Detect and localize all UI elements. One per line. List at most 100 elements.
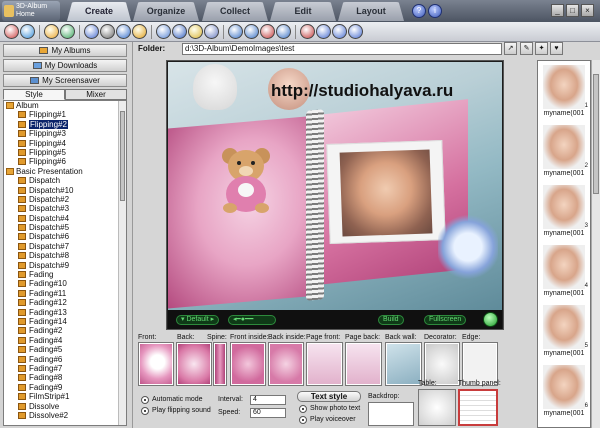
thumbnail-scrollbar[interactable] [591,60,600,428]
back-cover-thumb[interactable] [176,342,212,386]
tree-item[interactable]: Fading#12 [4,298,126,307]
tree-item[interactable]: Dispatch#4 [4,214,126,223]
tree-item[interactable]: Fading#14 [4,317,126,326]
tools-icon[interactable] [100,24,115,39]
thumb-panel-thumb[interactable] [458,389,498,426]
tree-item[interactable]: Dispatch#2 [4,195,126,204]
my-screensaver-button[interactable]: My Screensaver [3,74,127,87]
photo-thumbnail[interactable]: 5 myname(001 [540,305,588,361]
text-style-button[interactable]: Text style [297,391,361,402]
text-icon[interactable] [316,24,331,39]
speed-field[interactable]: 60 [250,408,286,418]
tree-item[interactable]: Dissolve#2 [4,411,126,420]
tree-item[interactable]: Flipping#3 [4,129,126,138]
tree-scrollbar-thumb[interactable] [120,111,125,201]
front-inside-thumb[interactable] [230,342,266,386]
tree-item[interactable]: Fading#11 [4,289,126,298]
tree-item[interactable]: Fading#5 [4,345,126,354]
home-icon[interactable] [276,24,291,39]
maximize-icon[interactable]: □ [566,4,579,17]
tab-create[interactable]: Create [67,2,131,21]
open-icon[interactable] [20,24,35,39]
folder-path-field[interactable]: d:\3D-Album\DemoImages\test [182,43,502,55]
browse-icon[interactable]: ↗ [504,42,517,55]
front-cover-thumb[interactable] [138,342,174,386]
stop-icon[interactable] [260,24,275,39]
tree-item[interactable]: Fading#4 [4,336,126,345]
photo-thumbnail[interactable]: 3 myname(001 [540,185,588,241]
interval-field[interactable]: 4 [250,395,286,405]
build-button[interactable]: Build [378,315,404,325]
automatic-mode-radio[interactable] [141,396,149,404]
wand-icon[interactable]: ✦ [535,42,548,55]
star-icon[interactable] [132,24,147,39]
clock-icon[interactable] [204,24,219,39]
tree-item[interactable]: Fading#7 [4,364,126,373]
thumbnail-scrollbar-thumb[interactable] [593,74,599,194]
tree-scrollbar[interactable] [118,101,126,425]
rotate-icon[interactable] [116,24,131,39]
tab-layout[interactable]: Layout [338,2,404,21]
tree-item[interactable]: Fading#2 [4,326,126,335]
app-logo[interactable]: 3D-Album Home [2,1,60,21]
tree-item[interactable]: Fading#13 [4,308,126,317]
globe-icon[interactable] [60,24,75,39]
my-albums-button[interactable]: My Albums [3,44,127,57]
tree-item[interactable]: Fading#10 [4,279,126,288]
show-photo-text-checkbox[interactable] [299,405,307,413]
tree-item[interactable]: Dispatch#9 [4,261,126,270]
new-icon[interactable] [4,24,19,39]
heart-icon[interactable]: ♥ [550,42,563,55]
fullscreen-button[interactable]: Fullscreen [424,315,467,325]
tab-organize[interactable]: Organize [133,2,199,21]
tab-style[interactable]: Style [3,89,65,100]
tree-item[interactable]: Flipping#5 [4,148,126,157]
zoom-slider[interactable]: ◂━●━━ [228,315,276,325]
close-icon[interactable]: × [581,4,594,17]
tree-item[interactable]: Flipping#2 [4,119,126,129]
tree-item[interactable]: Fading#8 [4,373,126,382]
tab-mixer[interactable]: Mixer [65,89,127,100]
tree-item[interactable]: Dispatch#7 [4,242,126,251]
user-icon[interactable] [300,24,315,39]
play-button[interactable] [483,312,498,327]
tree-item[interactable]: Dispatch#8 [4,251,126,260]
tree-item[interactable]: Dispatch#10 [4,186,126,195]
album-3d-scene[interactable]: http://studiohalyava.ru [168,62,502,310]
backdrop-thumb[interactable] [368,402,414,426]
forward-icon[interactable] [244,24,259,39]
default-button[interactable]: ▾ Default ▸ [176,315,220,325]
tree-item[interactable]: Fading#6 [4,355,126,364]
layout-icon[interactable] [348,24,363,39]
tree-item[interactable]: Dispatch#3 [4,204,126,213]
tree-item[interactable]: FilmStrip#1 [4,392,126,401]
play-voiceover-checkbox[interactable] [299,416,307,424]
page-back-thumb[interactable] [345,342,382,386]
tree-item[interactable]: Dissolve [4,402,126,411]
tree-item[interactable]: Fading [4,270,126,279]
back-icon[interactable] [228,24,243,39]
tree-group[interactable]: Album [4,101,126,110]
tree-item[interactable]: Dispatch#5 [4,223,126,232]
photo-thumbnail[interactable]: 4 myname(001 [540,245,588,301]
tree-item[interactable]: Fading#9 [4,383,126,392]
wand-icon[interactable] [188,24,203,39]
refresh-icon[interactable] [172,24,187,39]
spine-thumb[interactable] [213,342,227,386]
album-icon[interactable] [44,24,59,39]
move-icon[interactable] [84,24,99,39]
tree-item[interactable]: Dispatch#6 [4,232,126,241]
tab-edit[interactable]: Edit [270,2,336,21]
pencil-icon[interactable]: ✎ [520,42,533,55]
photo-thumbnail[interactable]: 2 myname(001 [540,125,588,181]
info-icon[interactable]: i [428,4,442,18]
back-wall-thumb[interactable] [385,342,422,386]
album-preview[interactable]: http://studiohalyava.ru ▾ Default ▸ ◂━●━… [166,60,504,330]
minimize-icon[interactable]: _ [551,4,564,17]
my-downloads-button[interactable]: My Downloads [3,59,127,72]
photo-thumbnail[interactable]: 6 myname(001 [540,365,588,421]
play-flipping-sound-checkbox[interactable] [141,407,149,415]
tree-group[interactable]: Basic Presentation [4,167,126,176]
table-thumb[interactable] [418,389,456,426]
page-front-thumb[interactable] [306,342,343,386]
